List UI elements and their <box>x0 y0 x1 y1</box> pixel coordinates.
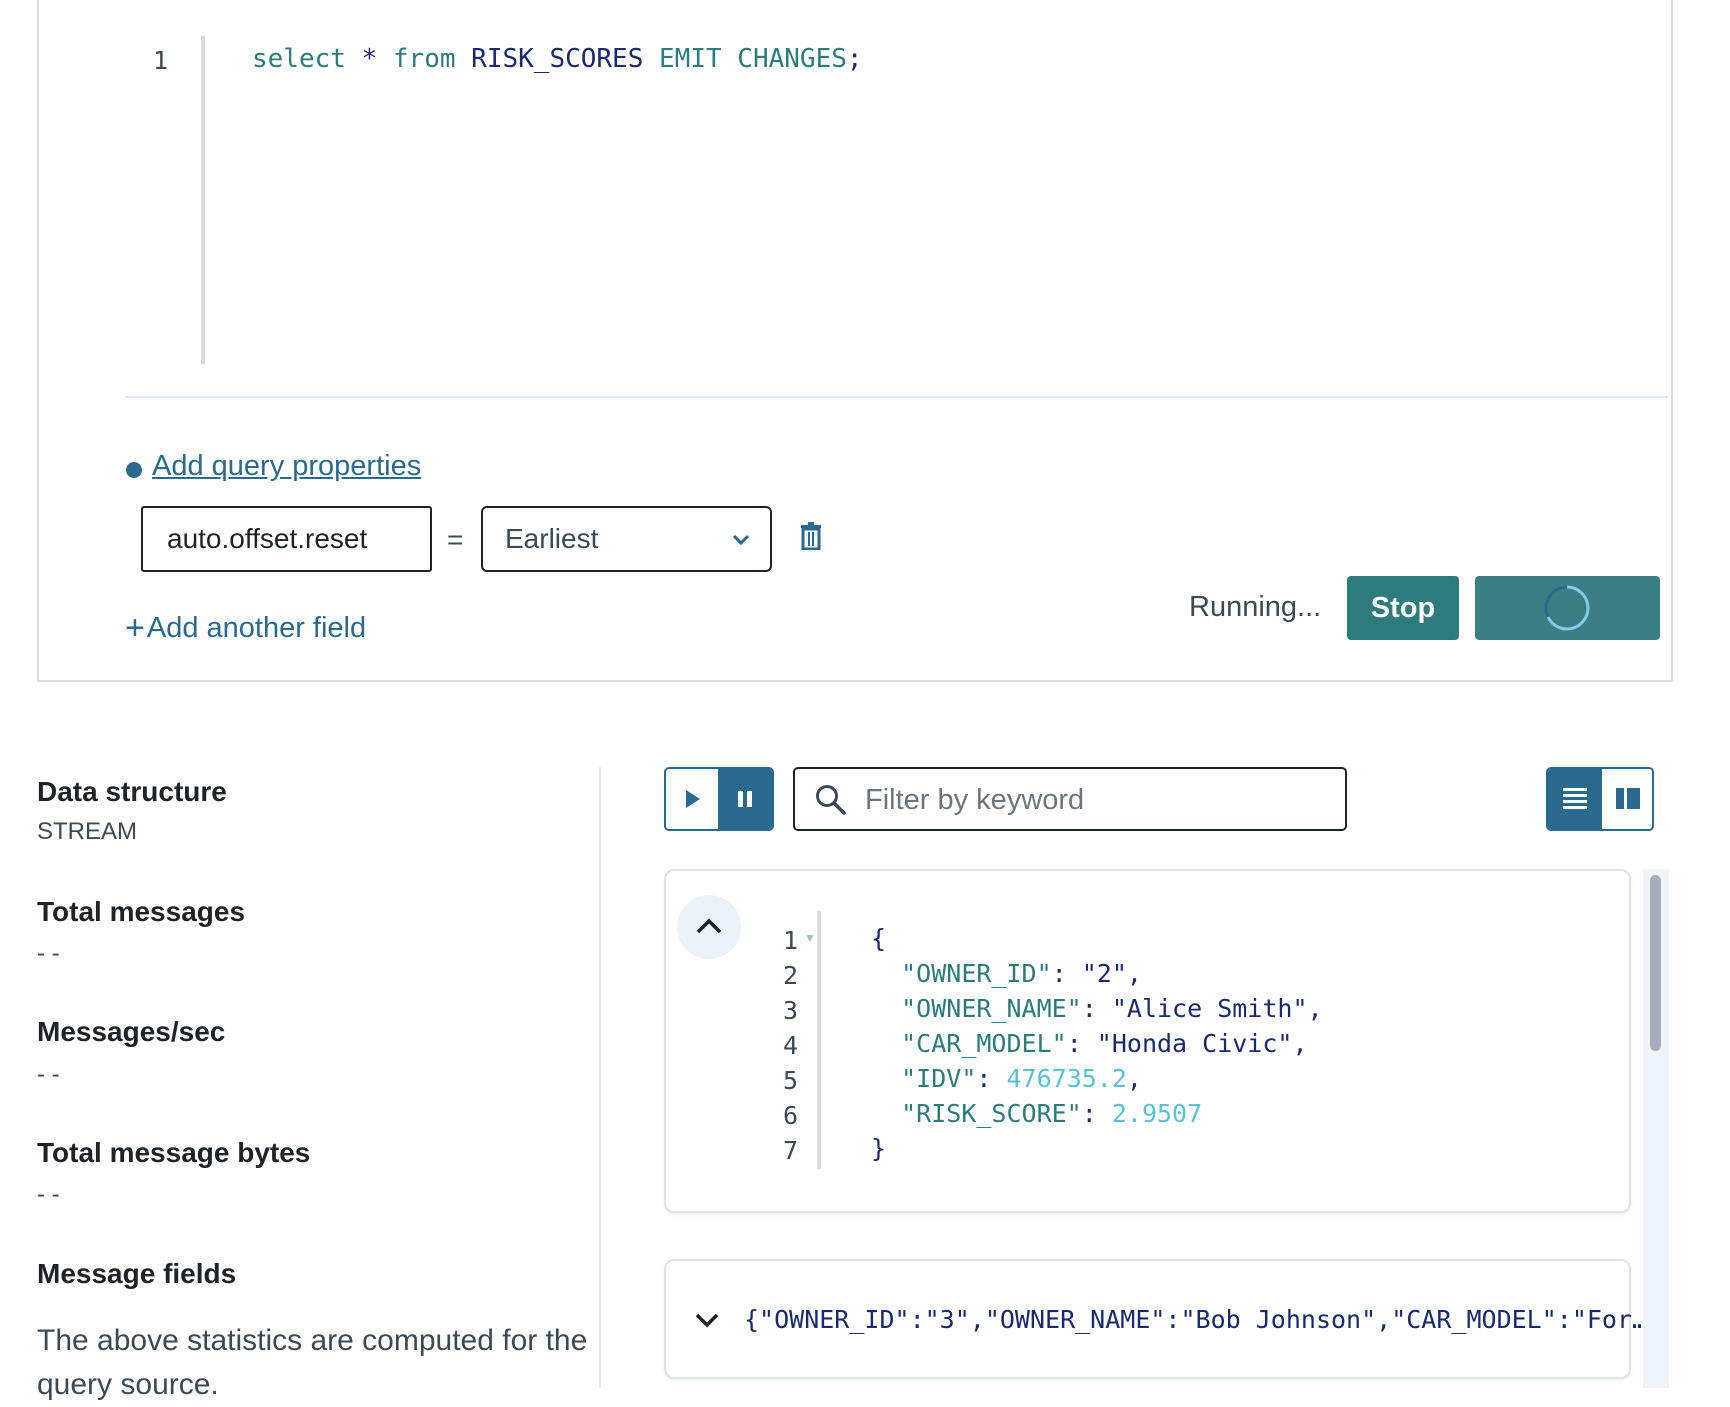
json-line-number: 3 <box>782 996 798 1025</box>
pause-button[interactable] <box>718 769 772 829</box>
message-card-expanded: 1 2 3 4 5 6 7 ▼ { "OWNER_ID": "2", "OWNE… <box>664 869 1631 1213</box>
filter-input[interactable] <box>863 773 1337 827</box>
columns-view-button[interactable] <box>1602 769 1652 829</box>
json-key: "OWNER_NAME" <box>901 994 1082 1023</box>
fold-arrow-icon[interactable]: ▼ <box>804 931 816 945</box>
json-line-numbers: 1 2 3 4 5 6 7 <box>768 923 798 1168</box>
stat-title-data-structure: Data structure <box>37 776 227 807</box>
json-field-row: "OWNER_ID": "2", <box>901 959 1142 988</box>
add-query-properties-link[interactable]: Add query properties <box>152 450 421 483</box>
json-line-number: 4 <box>782 1031 798 1060</box>
stat-title-total-messages: Total messages <box>37 896 246 927</box>
json-field-row: "RISK_SCORE": 2.9507 <box>901 1099 1203 1128</box>
json-value: "Honda Civic" <box>1096 1029 1293 1058</box>
stat-value-total-bytes: - - <box>37 1181 60 1208</box>
json-gutter-bar <box>817 911 821 1169</box>
editor-divider <box>125 396 1668 398</box>
json-key: "OWNER_ID" <box>901 959 1052 988</box>
columns-view-icon <box>1616 788 1640 809</box>
scrollbar-thumb[interactable] <box>1650 875 1661 1051</box>
stop-button[interactable]: Stop <box>1347 576 1459 640</box>
chevron-down-icon[interactable] <box>692 1305 722 1335</box>
trash-icon[interactable] <box>799 522 823 550</box>
code-token: EMIT <box>659 44 722 74</box>
list-view-icon <box>1563 788 1587 809</box>
stat-value-total-messages: - - <box>37 940 60 967</box>
message-card-collapsed[interactable]: {"OWNER_ID":"3","OWNER_NAME":"Bob Johnso… <box>664 1259 1648 1379</box>
property-value-select[interactable]: Earliest <box>481 506 772 572</box>
json-field-row: "IDV": 476735.2, <box>901 1064 1142 1093</box>
stat-value-data-structure: STREAM <box>37 818 138 845</box>
json-line-number: 1 <box>782 926 798 955</box>
json-content: { "OWNER_ID": "2", "OWNER_NAME": "Alice … <box>871 921 1323 1166</box>
json-value: "Alice Smith" <box>1111 994 1308 1023</box>
json-key: "CAR_MODEL" <box>901 1029 1067 1058</box>
json-value: "2" <box>1081 959 1127 988</box>
json-open-brace: { <box>871 924 887 953</box>
json-line-number: 6 <box>782 1101 798 1130</box>
filter-input-wrapper <box>793 767 1347 831</box>
pause-icon <box>738 791 752 807</box>
stat-title-total-bytes: Total message bytes <box>37 1137 311 1168</box>
json-field-row: "OWNER_NAME": "Alice Smith", <box>901 994 1323 1023</box>
equals-sign: = <box>447 524 464 555</box>
list-view-button[interactable] <box>1548 769 1602 829</box>
chevron-down-icon <box>732 534 750 546</box>
editor-code-line[interactable]: select * from RISK_SCORES EMIT CHANGES; <box>252 44 863 74</box>
code-token: from <box>392 44 456 74</box>
query-editor-panel: 1 select * from RISK_SCORES EMIT CHANGES… <box>37 0 1673 682</box>
stream-playback-toggle <box>664 767 774 831</box>
editor-line-number: 1 <box>153 46 169 75</box>
search-icon <box>816 785 846 815</box>
json-key: "IDV" <box>901 1064 977 1093</box>
column-divider <box>599 767 601 1388</box>
spinner-icon <box>1544 585 1590 631</box>
plus-icon: + <box>125 609 145 647</box>
play-button[interactable] <box>666 769 718 829</box>
add-field-label: Add another field <box>146 612 367 644</box>
json-value: 476735.2 <box>1006 1064 1127 1093</box>
code-token: select <box>252 44 346 74</box>
code-token: ; <box>846 44 863 74</box>
view-mode-toggle <box>1546 767 1654 831</box>
editor-gutter-bar <box>201 36 205 364</box>
running-query-button[interactable] <box>1475 576 1660 640</box>
json-line-number: 7 <box>782 1136 798 1165</box>
code-token: RISK_SCORES <box>471 44 644 74</box>
add-another-field-button[interactable]: +Add another field <box>125 609 366 648</box>
chevron-up-icon <box>696 918 722 934</box>
json-close-brace: } <box>871 1134 887 1163</box>
bullet-dot <box>126 462 142 478</box>
stat-title-message-fields: Message fields <box>37 1258 237 1289</box>
json-field-row: "CAR_MODEL": "Honda Civic", <box>901 1029 1308 1058</box>
collapsed-json-preview: {"OWNER_ID":"3","OWNER_NAME":"Bob Johnso… <box>744 1305 1648 1334</box>
json-key: "RISK_SCORE" <box>901 1099 1082 1128</box>
collapse-message-button[interactable] <box>677 895 741 959</box>
run-status: Running... <box>1189 591 1322 623</box>
json-line-number: 5 <box>782 1066 798 1095</box>
stat-title-messages-per-sec: Messages/sec <box>37 1016 226 1047</box>
code-token: * <box>345 44 393 74</box>
json-line-number: 2 <box>782 961 798 990</box>
play-icon <box>686 790 700 808</box>
json-value: 2.9507 <box>1111 1099 1203 1128</box>
stats-note: The above statistics are computed for th… <box>37 1324 588 1401</box>
selected-value: Earliest <box>505 523 599 554</box>
stat-value-messages-per-sec: - - <box>37 1061 60 1088</box>
property-key-input[interactable]: auto.offset.reset <box>141 506 432 572</box>
code-token: CHANGES <box>737 44 847 74</box>
